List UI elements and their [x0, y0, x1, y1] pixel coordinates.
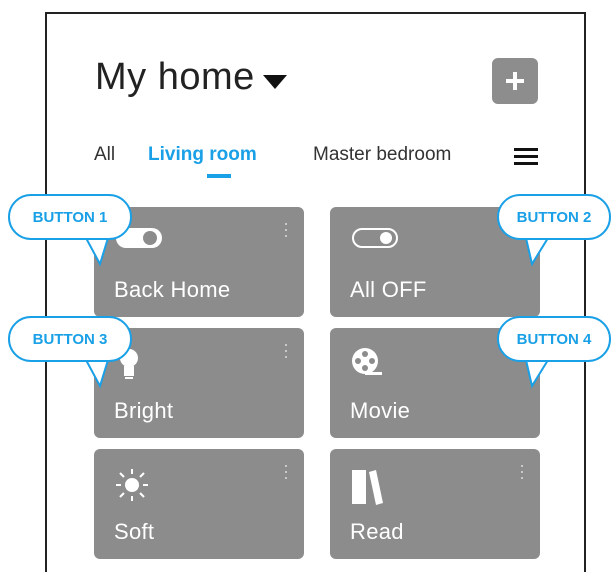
callout-button-4: BUTTON 4 — [497, 316, 611, 362]
callout-tail — [524, 358, 550, 389]
toggle-outline-icon — [352, 228, 398, 248]
tab-master-bedroom[interactable]: Master bedroom — [313, 144, 451, 166]
home-selector[interactable]: My home — [95, 56, 287, 99]
room-tabs: All Living room Master bedroom — [92, 138, 552, 178]
callout-tail — [84, 236, 110, 267]
tile-label: Bright — [114, 398, 174, 423]
tab-living-room[interactable]: Living room — [148, 144, 257, 166]
tab-all[interactable]: All — [94, 144, 115, 166]
scene-tile-read[interactable]: Read — [330, 449, 540, 559]
film-reel-icon — [352, 348, 382, 375]
book-icon — [352, 470, 383, 505]
add-button[interactable] — [492, 58, 538, 104]
callout-button-3: BUTTON 3 — [8, 316, 132, 362]
callout-tail — [84, 358, 110, 389]
caret-down-icon — [262, 74, 287, 89]
tile-label: Read — [350, 519, 404, 544]
sun-icon — [116, 469, 148, 501]
menu-icon[interactable] — [514, 148, 538, 166]
tile-label: Soft — [114, 519, 155, 544]
more-icon[interactable] — [520, 465, 524, 483]
more-icon[interactable] — [284, 223, 288, 241]
tile-label: Movie — [350, 398, 411, 423]
callout-button-1: BUTTON 1 — [8, 194, 132, 240]
callout-tail — [524, 236, 550, 267]
tile-label: Back Home — [114, 277, 231, 302]
more-icon[interactable] — [284, 344, 288, 362]
tile-label: All OFF — [350, 277, 427, 302]
more-icon[interactable] — [284, 465, 288, 483]
callout-button-2: BUTTON 2 — [497, 194, 611, 240]
plus-icon — [506, 72, 524, 90]
scene-tile-soft[interactable]: Soft — [94, 449, 304, 559]
page-title: My home — [95, 56, 255, 98]
active-tab-indicator — [207, 174, 231, 178]
